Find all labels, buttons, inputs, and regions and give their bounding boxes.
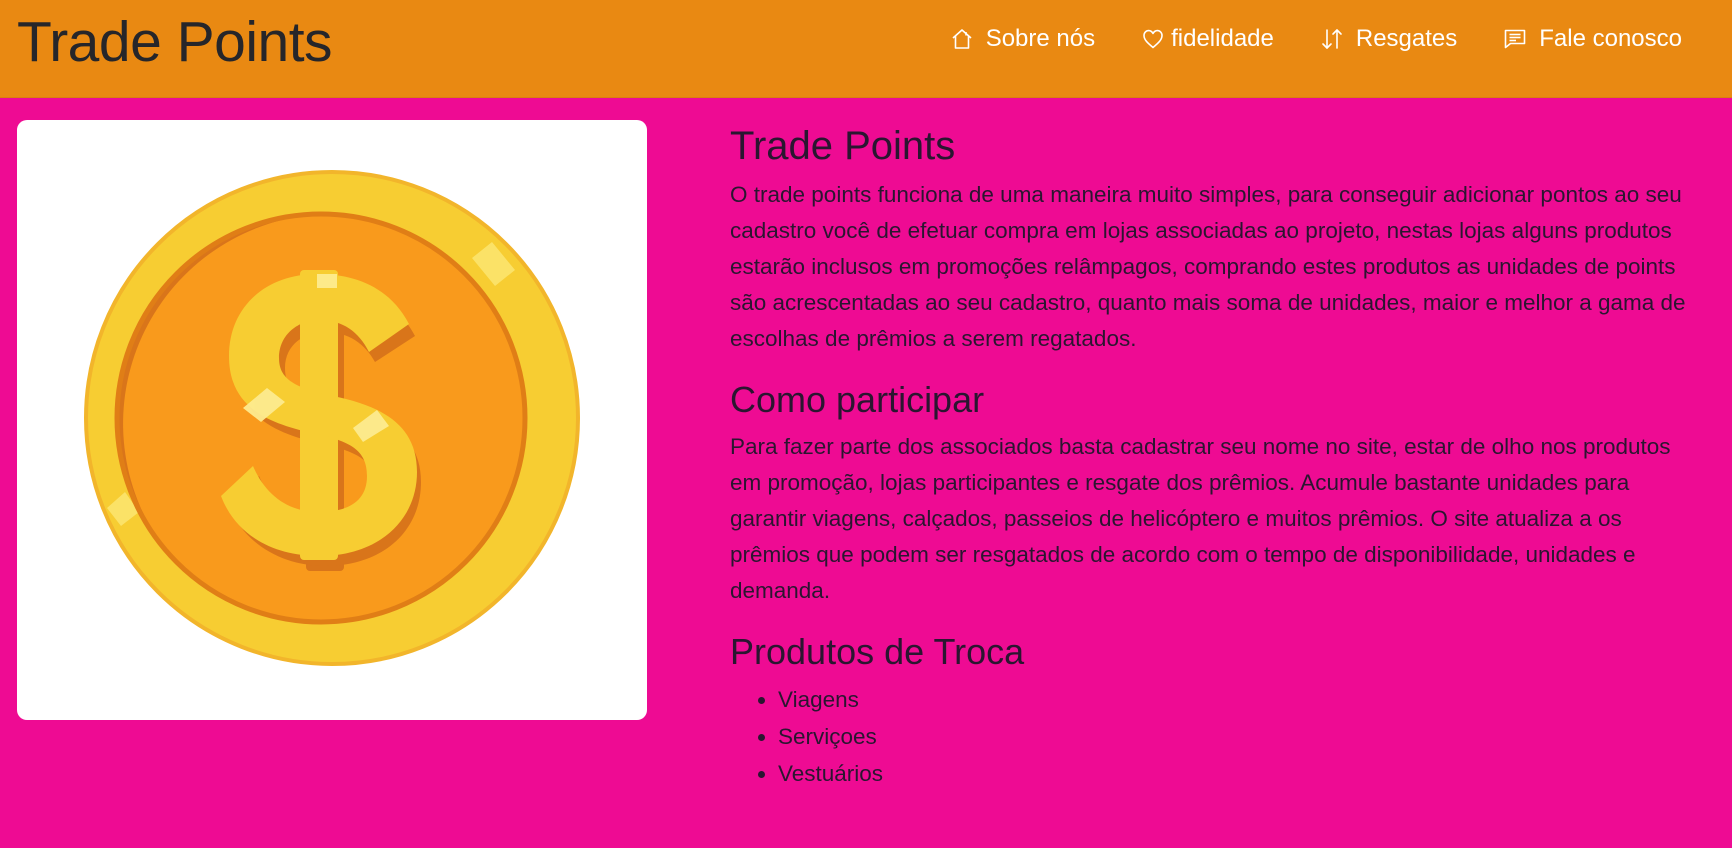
page-title: Trade Points — [730, 124, 956, 168]
nav-link-sobre-nos[interactable]: Sobre nós — [950, 24, 1095, 54]
coin-image-card — [17, 120, 647, 720]
arrows-up-down-icon — [1322, 29, 1342, 49]
list-item: Serviçoes — [778, 718, 1690, 755]
chat-icon — [1504, 29, 1526, 49]
nav-menu: Sobre nós fidelidade Resgates Fale conos… — [904, 24, 1682, 54]
nav-link-label: Sobre nós — [985, 25, 1096, 52]
brand-logo-link[interactable]: Trade Points — [17, 8, 333, 76]
nav-link-label: fidelidade — [1171, 25, 1274, 52]
heart-icon — [1143, 29, 1163, 49]
nav-link-fidelidade[interactable]: fidelidade — [1141, 24, 1274, 54]
main-content: Trade Points O trade points funciona de … — [730, 121, 1690, 792]
participate-heading: Como participar — [730, 379, 985, 420]
participate-paragraph: Para fazer parte dos associados basta ca… — [730, 434, 1671, 603]
gold-coin-dollar-icon — [84, 170, 580, 666]
nav-link-resgates[interactable]: Resgates — [1320, 24, 1457, 54]
intro-paragraph: O trade points funciona de uma maneira m… — [730, 182, 1686, 351]
nav-link-fale-conosco[interactable]: Fale conosco — [1503, 24, 1682, 54]
top-navbar: Trade Points Sobre nós fidelidade Resgat — [0, 0, 1732, 98]
list-item: Viagens — [778, 681, 1690, 718]
products-list: Viagens Serviçoes Vestuários — [730, 681, 1690, 792]
products-heading: Produtos de Troca — [730, 631, 1025, 672]
nav-link-label: Fale conosco — [1539, 25, 1682, 52]
house-icon — [952, 29, 972, 49]
nav-link-label: Resgates — [1355, 25, 1458, 52]
list-item: Vestuários — [778, 755, 1690, 792]
